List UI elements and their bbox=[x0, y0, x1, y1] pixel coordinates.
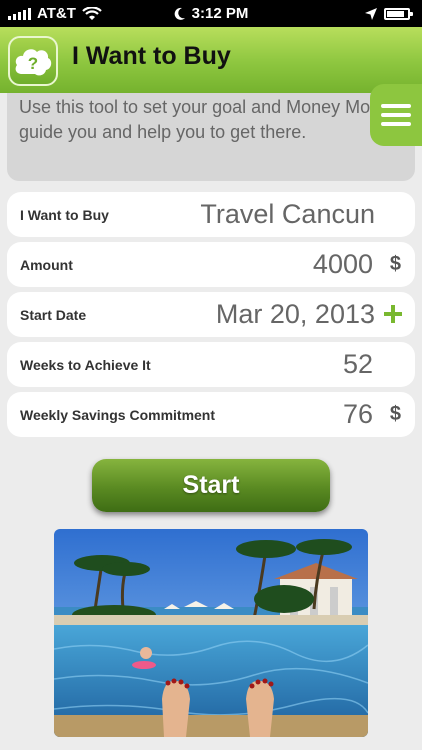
app-logo: ? bbox=[8, 36, 58, 86]
location-arrow-icon bbox=[365, 7, 377, 20]
carrier-name: AT&T bbox=[37, 5, 76, 22]
item-row[interactable]: I Want to Buy Travel Cancun bbox=[7, 192, 415, 237]
intro-panel: Use this tool to set your goal and Money… bbox=[7, 93, 415, 181]
page-title: I Want to Buy bbox=[72, 42, 231, 70]
menu-button[interactable] bbox=[370, 84, 422, 146]
amount-value[interactable]: 4000 bbox=[313, 249, 373, 280]
status-bar: AT&T 3:12 PM bbox=[0, 0, 422, 27]
weekly-savings-currency: $ bbox=[389, 403, 401, 425]
add-date-plus-icon[interactable] bbox=[383, 304, 403, 324]
status-time: 3:12 PM bbox=[191, 5, 249, 22]
status-right bbox=[364, 7, 413, 21]
goal-photo bbox=[54, 529, 368, 737]
wifi-icon bbox=[82, 6, 102, 20]
hamburger-icon-bar bbox=[381, 113, 411, 117]
weekly-savings-label: Weekly Savings Commitment bbox=[20, 406, 216, 423]
item-value[interactable]: Travel Cancun bbox=[200, 199, 375, 230]
weekly-savings-value[interactable]: 76 bbox=[343, 399, 373, 430]
svg-text:?: ? bbox=[28, 54, 38, 73]
hamburger-icon-bar bbox=[381, 104, 411, 108]
moon-icon bbox=[174, 7, 185, 20]
amount-row[interactable]: Amount 4000 $ bbox=[7, 242, 415, 287]
hamburger-icon-bar bbox=[381, 122, 411, 126]
start-button[interactable]: Start bbox=[92, 459, 330, 512]
start-date-value[interactable]: Mar 20, 2013 bbox=[216, 299, 375, 330]
weeks-row[interactable]: Weeks to Achieve It 52 bbox=[7, 342, 415, 387]
app-header: ? I Want to Buy bbox=[0, 27, 422, 93]
weekly-savings-row[interactable]: Weekly Savings Commitment 76 $ bbox=[7, 392, 415, 437]
amount-label: Amount bbox=[20, 256, 73, 273]
weeks-label: Weeks to Achieve It bbox=[20, 356, 151, 373]
status-left: AT&T bbox=[8, 5, 102, 22]
weeks-value[interactable]: 52 bbox=[343, 349, 373, 380]
amount-currency: $ bbox=[389, 253, 401, 275]
item-label: I Want to Buy bbox=[20, 206, 109, 223]
pool-beach-image bbox=[54, 529, 368, 737]
cloud-question-icon: ? bbox=[15, 49, 52, 76]
start-date-row[interactable]: Start Date Mar 20, 2013 bbox=[7, 292, 415, 337]
start-date-label: Start Date bbox=[20, 306, 87, 323]
signal-icon bbox=[8, 7, 31, 20]
battery-icon bbox=[384, 7, 413, 20]
intro-text: Use this tool to set your goal and Money… bbox=[19, 97, 415, 142]
